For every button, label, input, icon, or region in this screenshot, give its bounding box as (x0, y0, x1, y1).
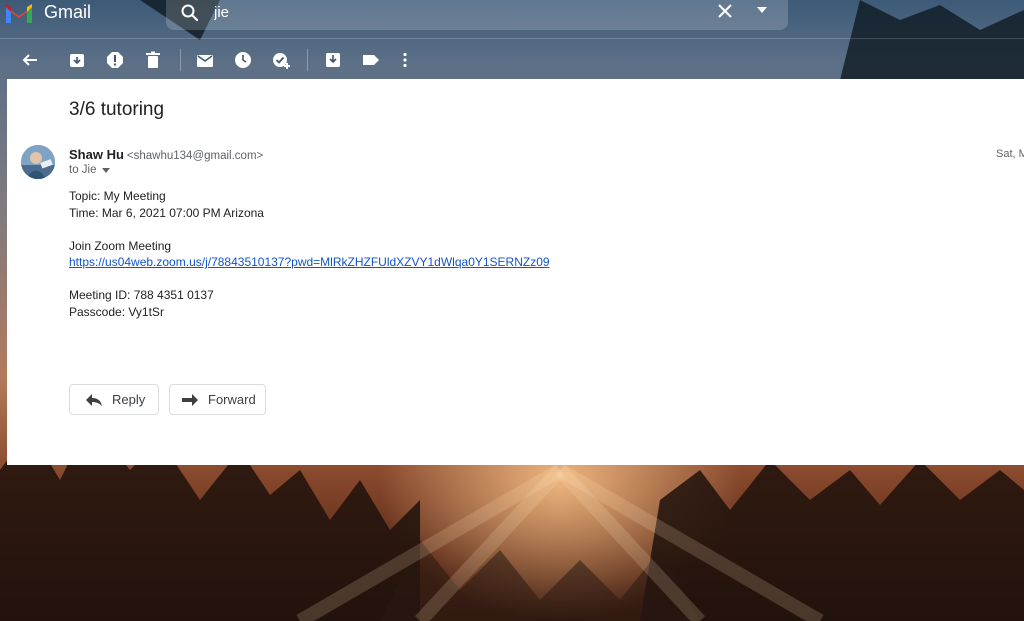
forward-label: Forward (208, 392, 256, 407)
email-body: Topic: My Meeting Time: Mar 6, 2021 07:0… (69, 188, 550, 320)
message-toolbar (0, 38, 1024, 79)
search-input[interactable] (214, 1, 674, 23)
body-join-label: Join Zoom Meeting (69, 238, 172, 253)
body-time: Time: Mar 6, 2021 07:00 PM Arizona (69, 205, 264, 220)
email-subject: 3/6 tutoring (69, 99, 165, 120)
chevron-down-icon[interactable] (101, 167, 110, 173)
email-date: Sat, M (996, 148, 1024, 160)
report-spam-icon[interactable] (106, 51, 124, 69)
move-to-icon[interactable] (324, 51, 342, 69)
sender-avatar[interactable] (21, 145, 55, 179)
snooze-clock-icon[interactable] (234, 51, 252, 69)
body-topic: Topic: My Meeting (69, 189, 166, 203)
recipient-details[interactable]: to Jie (69, 164, 110, 176)
add-task-icon[interactable] (272, 51, 290, 69)
archive-icon[interactable] (68, 51, 86, 69)
top-bar: Gmail (0, 0, 1024, 38)
zoom-link[interactable]: https://us04web.zoom.us/j/78843510137?pw… (69, 255, 550, 269)
forward-button[interactable]: Forward (169, 384, 266, 415)
gmail-logo[interactable]: Gmail (4, 0, 91, 24)
close-icon[interactable] (716, 2, 734, 20)
forward-icon (182, 393, 198, 406)
mark-unread-icon[interactable] (196, 51, 214, 69)
search-bar[interactable] (166, 0, 788, 30)
sender-email: <shawhu134@gmail.com> (126, 150, 264, 162)
back-arrow-icon[interactable] (21, 51, 39, 69)
sender-info: Shaw Hu <shawhu134@gmail.com> (69, 147, 263, 162)
toolbar-divider (180, 49, 181, 71)
reply-icon (86, 393, 102, 406)
avatar-photo-icon (21, 145, 55, 179)
reply-button[interactable]: Reply (69, 384, 159, 415)
sender-name[interactable]: Shaw Hu (69, 147, 124, 162)
gmail-m-icon (6, 4, 32, 23)
toolbar-divider (307, 49, 308, 71)
label-icon[interactable] (362, 51, 380, 69)
app-name: Gmail (44, 1, 92, 22)
search-icon[interactable] (180, 3, 200, 23)
reply-label: Reply (112, 392, 146, 407)
more-options-icon[interactable] (396, 51, 414, 69)
delete-icon[interactable] (144, 51, 162, 69)
message-view: 3/6 tutoring Shaw Hu <shawhu134@gmail.com… (7, 79, 1024, 465)
body-passcode: Passcode: Vy1tSr (69, 304, 164, 319)
body-meeting-id: Meeting ID: 788 4351 0137 (69, 288, 214, 302)
search-options-icon[interactable] (756, 6, 768, 14)
recipient-label: to Jie (69, 164, 97, 176)
